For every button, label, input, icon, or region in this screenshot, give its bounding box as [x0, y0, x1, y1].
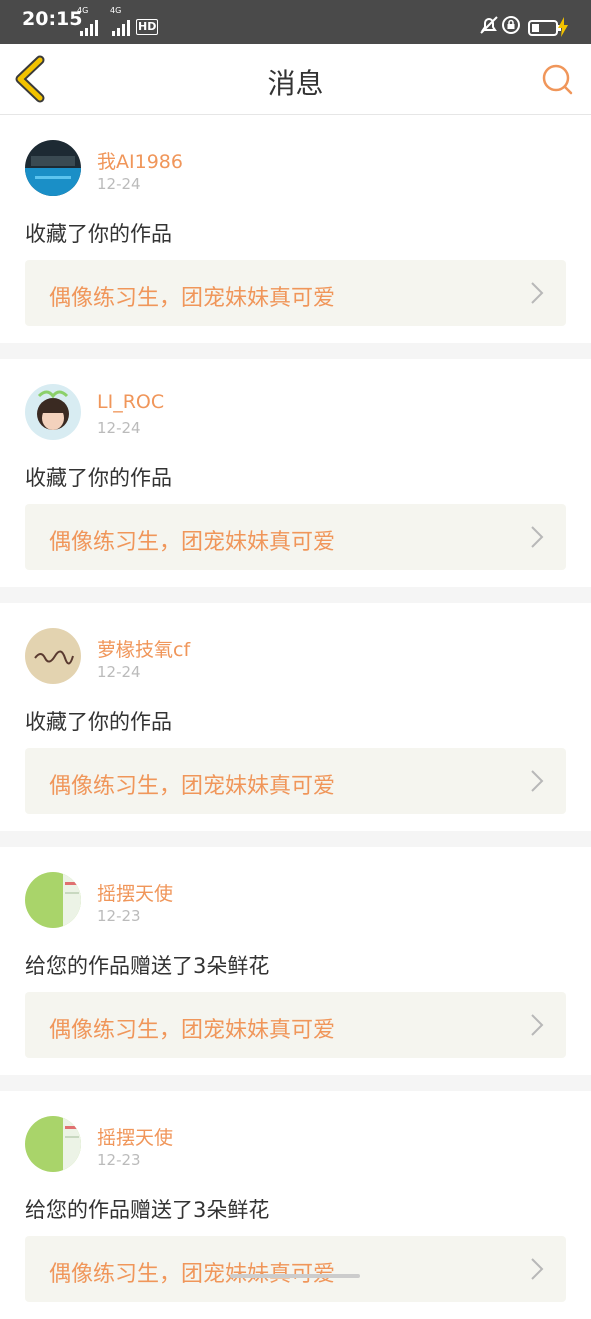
message-list: 我AI1986 12-24 收藏了你的作品 偶像练习生，团宠妹妹真可爱 LI_R… [0, 115, 591, 1319]
home-indicator [230, 1274, 360, 1278]
avatar[interactable] [25, 1116, 81, 1172]
chevron-right-icon [531, 1258, 544, 1280]
message-date: 12-23 [97, 1151, 141, 1169]
chevron-right-icon [531, 770, 544, 792]
divider [0, 587, 591, 603]
work-title: 偶像练习生，团宠妹妹真可爱 [49, 774, 336, 799]
signal-icon-2 [112, 20, 130, 36]
search-button[interactable] [538, 60, 578, 100]
divider [0, 1075, 591, 1091]
avatar[interactable] [25, 140, 81, 196]
network-type-2: 4G [110, 6, 122, 15]
message-action: 给您的作品赠送了3朵鲜花 [25, 1198, 270, 1222]
work-title: 偶像练习生，团宠妹妹真可爱 [49, 1018, 336, 1043]
message-date: 12-24 [97, 419, 141, 437]
message-date: 12-23 [97, 907, 141, 925]
chevron-right-icon [531, 1014, 544, 1036]
avatar[interactable] [25, 628, 81, 684]
signal-icon [80, 20, 98, 36]
avatar[interactable] [25, 384, 81, 440]
work-title: 偶像练习生，团宠妹妹真可爱 [49, 530, 336, 555]
nav-bar: 消息 [0, 44, 591, 115]
message-item: LI_ROC 12-24 收藏了你的作品 偶像练习生，团宠妹妹真可爱 [0, 359, 591, 587]
username[interactable]: 我AI1986 [97, 147, 183, 174]
message-item: 萝椽技氧cf 12-24 收藏了你的作品 偶像练习生，团宠妹妹真可爱 [0, 603, 591, 831]
username[interactable]: LI_ROC [97, 391, 164, 413]
message-action: 收藏了你的作品 [25, 466, 172, 490]
message-action: 收藏了你的作品 [25, 710, 172, 734]
battery-icon [528, 20, 561, 36]
status-bar: 20:15 4G 4G HD [0, 0, 591, 44]
message-item: 摇摆天使 12-23 给您的作品赠送了3朵鲜花 偶像练习生，团宠妹妹真可爱 [0, 1091, 591, 1319]
work-link[interactable]: 偶像练习生，团宠妹妹真可爱 [25, 1236, 566, 1302]
work-link[interactable]: 偶像练习生，团宠妹妹真可爱 [25, 992, 566, 1058]
message-date: 12-24 [97, 175, 141, 193]
message-action: 收藏了你的作品 [25, 222, 172, 246]
message-action: 给您的作品赠送了3朵鲜花 [25, 954, 270, 978]
work-title: 偶像练习生，团宠妹妹真可爱 [49, 286, 336, 311]
page-title: 消息 [267, 67, 324, 100]
work-link[interactable]: 偶像练习生，团宠妹妹真可爱 [25, 504, 566, 570]
divider [0, 343, 591, 359]
mute-icon [480, 16, 498, 34]
charging-icon [558, 17, 568, 37]
work-link[interactable]: 偶像练习生，团宠妹妹真可爱 [25, 748, 566, 814]
status-time: 20:15 [22, 8, 83, 30]
hd-badge: HD [136, 19, 159, 35]
chevron-right-icon [531, 526, 544, 548]
chevron-right-icon [531, 282, 544, 304]
message-date: 12-24 [97, 663, 141, 681]
username[interactable]: 摇摆天使 [97, 1123, 173, 1150]
rotation-lock-icon [502, 16, 520, 34]
work-link[interactable]: 偶像练习生，团宠妹妹真可爱 [25, 260, 566, 326]
message-item: 我AI1986 12-24 收藏了你的作品 偶像练习生，团宠妹妹真可爱 [0, 115, 591, 343]
network-type-1: 4G [77, 6, 89, 15]
message-item: 摇摆天使 12-23 给您的作品赠送了3朵鲜花 偶像练习生，团宠妹妹真可爱 [0, 847, 591, 1075]
avatar[interactable] [25, 872, 81, 928]
divider [0, 831, 591, 847]
work-title: 偶像练习生，团宠妹妹真可爱 [49, 1262, 336, 1287]
username[interactable]: 摇摆天使 [97, 879, 173, 906]
username[interactable]: 萝椽技氧cf [97, 635, 190, 662]
